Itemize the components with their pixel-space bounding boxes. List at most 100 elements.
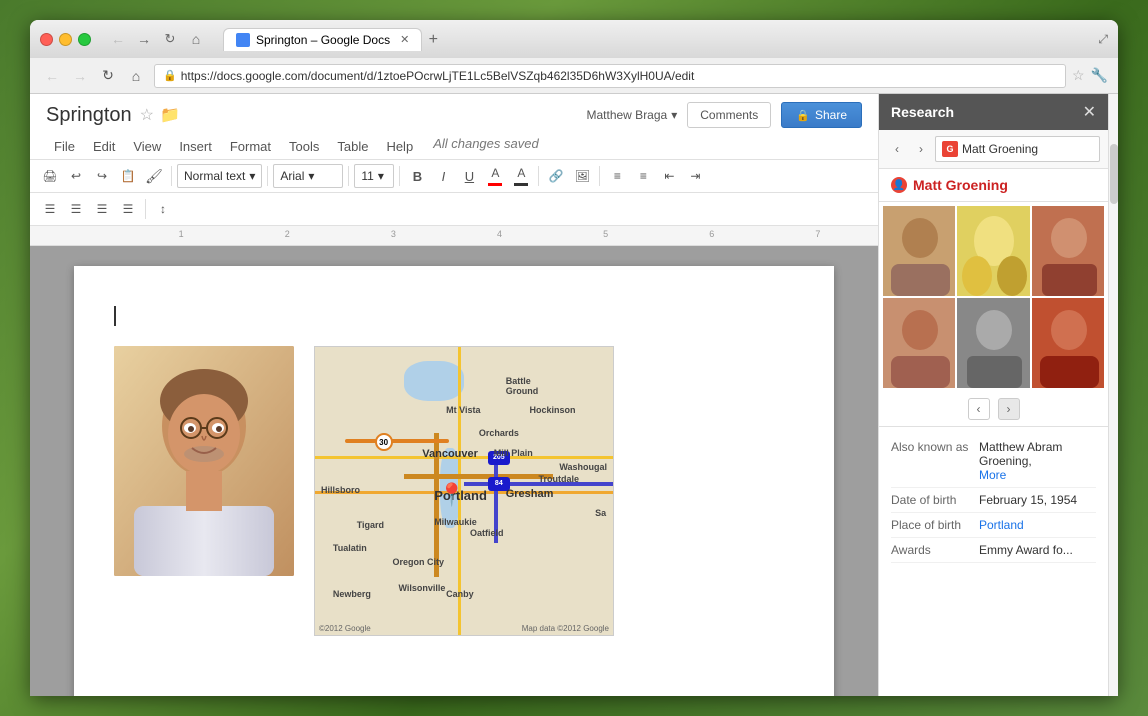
research-photo-6[interactable] [1032,298,1104,388]
user-name: Matthew Braga [587,108,668,122]
close-window-button[interactable] [40,33,53,46]
font-dropdown[interactable]: Arial ▾ [273,164,343,188]
menu-view[interactable]: View [125,136,169,157]
font-size-dropdown[interactable]: 11 ▾ [354,164,394,188]
research-photo-4[interactable] [883,298,955,388]
tab-close-button[interactable]: ✕ [400,33,409,46]
address-input[interactable]: 🔒 https://docs.google.com/document/d/1zt… [154,64,1066,88]
photo-3-svg [1032,206,1104,296]
map-label-hockinson: Hockinson [530,405,576,415]
bookmark-star-button[interactable]: ☆ [1072,67,1085,84]
map-copyright-right: Map data ©2012 Google [522,624,609,633]
document-page[interactable]: 30 205 84 BattleGround Mt Vista Ho [74,266,834,696]
print-button[interactable]: 🖨 [38,164,62,188]
save-status: All changes saved [433,136,539,157]
menu-file[interactable]: File [46,136,83,157]
text-style-value: Normal text [184,169,245,183]
map-label-wilsonville: Wilsonville [398,583,445,593]
align-justify-button[interactable]: ☰ [116,197,140,221]
redo-button[interactable]: ↪ [90,164,114,188]
active-tab[interactable]: Springton – Google Docs ✕ [223,28,422,51]
back-button[interactable]: ← [107,28,129,50]
star-icon[interactable]: ☆ [140,105,154,125]
comments-button[interactable]: Comments [687,102,771,128]
aka-more-link[interactable]: More [979,468,1006,482]
person-photo [114,346,294,576]
research-search-box[interactable]: G Matt Groening [935,136,1100,162]
research-close-button[interactable]: ✕ [1083,102,1096,122]
photo-prev-button[interactable]: ‹ [968,398,990,420]
decrease-indent-button[interactable]: ⇤ [657,164,681,188]
ordered-list-button[interactable]: ≡ [605,164,629,188]
toolbar-separator-7 [145,199,146,219]
menu-edit[interactable]: Edit [85,136,123,157]
maximize-window-button[interactable] [78,33,91,46]
awards-value: Emmy Award fo... [979,543,1073,557]
page-area[interactable]: 30 205 84 BattleGround Mt Vista Ho [30,246,878,696]
link-button[interactable]: 🔗 [544,164,568,188]
photo-next-button[interactable]: › [998,398,1020,420]
addr-home-button[interactable]: ⌂ [124,64,148,88]
research-photo-3[interactable] [1032,206,1104,296]
new-tab-button[interactable]: + [422,29,444,51]
align-center-button[interactable]: ☰ [64,197,88,221]
home-button[interactable]: ⌂ [185,28,207,50]
addr-back-button[interactable]: ← [40,64,64,88]
minimize-window-button[interactable] [59,33,72,46]
font-value: Arial [280,169,304,183]
copy-button[interactable]: 📋 [116,164,140,188]
refresh-button[interactable]: ↻ [159,28,181,50]
map-container: 30 205 84 BattleGround Mt Vista Ho [314,346,614,636]
research-scroll-thumb[interactable] [1110,144,1118,204]
research-scrollbar[interactable] [1108,94,1118,696]
unordered-list-button[interactable]: ≡ [631,164,655,188]
doc-title-row: Springton ☆ 📁 Matthew Braga ▾ Comments [46,102,862,128]
photo-2-svg [957,206,1029,296]
align-right-button[interactable]: ☰ [90,197,114,221]
increase-indent-button[interactable]: ⇥ [683,164,707,188]
font-size-value: 11 [361,169,373,183]
research-photo-1[interactable] [883,206,955,296]
undo-button[interactable]: ↩ [64,164,88,188]
menu-insert[interactable]: Insert [171,136,220,157]
research-search-input[interactable]: Matt Groening [962,142,1093,156]
text-color-button[interactable]: A [483,164,507,188]
browser-tools-button[interactable]: 🔧 [1091,67,1108,84]
pob-value[interactable]: Portland [979,518,1024,532]
highlight-button[interactable]: A [509,164,533,188]
research-person-name[interactable]: Matt Groening [913,177,1008,193]
user-dropdown-arrow[interactable]: ▾ [671,108,677,122]
research-photo-5[interactable] [957,298,1029,388]
research-back-button[interactable]: ‹ [887,139,907,159]
menu-table[interactable]: Table [329,136,376,157]
map-pin: 📍 [438,482,465,508]
paint-format-button[interactable]: 🖌 [142,164,166,188]
toolbar-separator-6 [599,166,600,186]
forward-button[interactable]: → [133,28,155,50]
bold-button[interactable]: B [405,164,429,188]
research-forward-button[interactable]: › [911,139,931,159]
dob-value: February 15, 1954 [979,493,1077,507]
map-label-troutdale: Troutdale [539,474,580,484]
line-spacing-button[interactable]: ↕ [151,197,175,221]
image-button[interactable]: 🖼 [570,164,594,188]
share-button[interactable]: 🔒 Share [781,102,862,128]
aka-text: Matthew Abram Groening, [979,440,1062,468]
underline-button[interactable]: U [457,164,481,188]
tab-area: Springton – Google Docs ✕ + [223,28,444,51]
text-style-dropdown[interactable]: Normal text ▾ [177,164,262,188]
italic-button[interactable]: I [431,164,455,188]
text-color-indicator [488,183,502,186]
addr-refresh-button[interactable]: ↻ [96,64,120,88]
window-corner-button[interactable]: ⤢ [1098,32,1108,47]
folder-icon[interactable]: 📁 [160,105,180,125]
menu-format[interactable]: Format [222,136,279,157]
menu-help[interactable]: Help [378,136,421,157]
map-label-tualatin: Tualatin [333,543,367,553]
align-left-button[interactable]: ☰ [38,197,62,221]
menu-tools[interactable]: Tools [281,136,327,157]
addr-forward-button[interactable]: → [68,64,92,88]
highlight-indicator [514,183,528,186]
also-known-as-label: Also known as [891,440,971,482]
research-photo-2[interactable] [957,206,1029,296]
